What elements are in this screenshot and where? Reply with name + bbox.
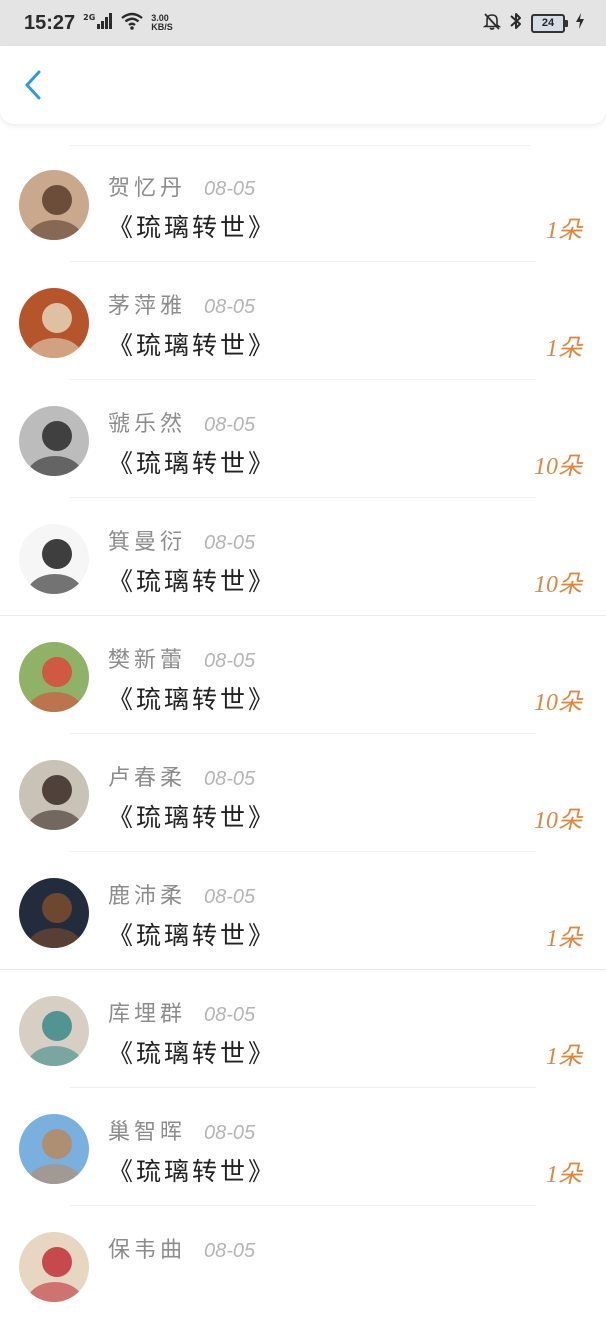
gift-date: 08-05 (204, 1122, 256, 1144)
bluetooth-icon (509, 11, 523, 35)
user-name[interactable]: 虢乐然 (108, 406, 186, 438)
user-name[interactable]: 库埋群 (108, 996, 186, 1028)
user-name[interactable]: 鹿沛柔 (108, 878, 186, 910)
user-name[interactable]: 茅萍雅 (108, 288, 186, 320)
list-item[interactable]: 茅萍雅 08-05 《琉璃转世》 1朵 (0, 262, 606, 380)
flower-count: 10朵 (534, 808, 582, 834)
book-title: 《琉璃转世》 (108, 331, 277, 360)
back-button[interactable] (18, 70, 48, 104)
network-speed: 3.00 KB/S (151, 14, 173, 32)
list-item[interactable]: 保韦曲 08-05 (0, 1206, 606, 1324)
mute-bell-icon (482, 12, 502, 34)
signal-icon (97, 13, 113, 33)
list-item[interactable]: 虢乐然 08-05 《琉璃转世》 10朵 (0, 380, 606, 498)
gift-date: 08-05 (204, 178, 256, 200)
battery-level: 24 (531, 13, 565, 33)
avatar[interactable] (19, 642, 89, 712)
status-right: 24 (482, 11, 584, 35)
list-item[interactable]: 樊新蕾 08-05 《琉璃转世》 10朵 (0, 616, 606, 734)
gift-date: 08-05 (204, 1240, 256, 1262)
avatar[interactable] (19, 524, 89, 594)
book-title: 《琉璃转世》 (108, 1157, 277, 1186)
avatar[interactable] (19, 288, 89, 358)
avatar[interactable] (19, 1232, 89, 1302)
network-type: 2G (83, 12, 96, 22)
book-title: 《琉璃转世》 (108, 567, 277, 596)
avatar[interactable] (19, 170, 89, 240)
avatar[interactable] (19, 996, 89, 1066)
charging-icon (576, 13, 584, 33)
book-title: 《琉璃转世》 (108, 213, 277, 242)
status-bar: 15:27 2G 3.00 KB/S 24 (0, 0, 606, 46)
list-item[interactable]: 箕曼衍 08-05 《琉璃转世》 10朵 (0, 498, 606, 616)
gift-date: 08-05 (204, 1004, 256, 1026)
flower-count: 1朵 (546, 926, 582, 952)
user-name[interactable]: 巢智晖 (108, 1114, 186, 1146)
list-item[interactable]: 巢智晖 08-05 《琉璃转世》 1朵 (0, 1088, 606, 1206)
flower-count: 10朵 (534, 690, 582, 716)
wifi-icon (121, 12, 144, 34)
flower-count: 1朵 (546, 1044, 582, 1070)
book-title: 《琉璃转世》 (108, 921, 277, 950)
book-title: 《琉璃转世》 (108, 1039, 277, 1068)
status-time: 15:27 (24, 11, 76, 34)
status-left: 15:27 2G 3.00 KB/S (24, 12, 173, 35)
network-speed-unit: KB/S (151, 22, 173, 32)
gift-date: 08-05 (204, 296, 256, 318)
list-item[interactable]: 卢春柔 08-05 《琉璃转世》 10朵 (0, 734, 606, 852)
user-name[interactable]: 箕曼衍 (108, 524, 186, 556)
gift-date: 08-05 (204, 414, 256, 436)
avatar[interactable] (19, 406, 89, 476)
book-title: 《琉璃转世》 (108, 449, 277, 478)
avatar[interactable] (19, 878, 89, 948)
user-name[interactable]: 贺忆丹 (108, 170, 186, 202)
flower-count: 10朵 (534, 454, 582, 480)
flower-count: 1朵 (546, 1162, 582, 1188)
list-item[interactable]: 鹿沛柔 08-05 《琉璃转世》 1朵 (0, 852, 606, 970)
user-name[interactable]: 卢春柔 (108, 760, 186, 792)
gift-date: 08-05 (204, 768, 256, 790)
flower-count: 1朵 (546, 336, 582, 362)
gift-date: 08-05 (204, 886, 256, 908)
flower-count: 1朵 (546, 218, 582, 244)
book-title: 《琉璃转世》 (108, 685, 277, 714)
book-title: 《琉璃转世》 (108, 803, 277, 832)
chevron-left-icon (24, 70, 42, 104)
avatar[interactable] (19, 1114, 89, 1184)
flower-count: 10朵 (534, 572, 582, 598)
top-app-bar (0, 46, 606, 124)
user-name[interactable]: 保韦曲 (108, 1232, 186, 1264)
battery-icon: 24 (531, 13, 568, 33)
gift-date: 08-05 (204, 532, 256, 554)
user-name[interactable]: 樊新蕾 (108, 642, 186, 674)
gift-record-list: 贺忆丹 08-05 《琉璃转世》 1朵 茅萍雅 08-05 《琉璃转世》 1朵 虢乐… (0, 144, 606, 1324)
avatar[interactable] (19, 760, 89, 830)
list-item[interactable]: 贺忆丹 08-05 《琉璃转世》 1朵 (0, 144, 606, 262)
gift-date: 08-05 (204, 650, 256, 672)
list-item[interactable]: 库埋群 08-05 《琉璃转世》 1朵 (0, 970, 606, 1088)
